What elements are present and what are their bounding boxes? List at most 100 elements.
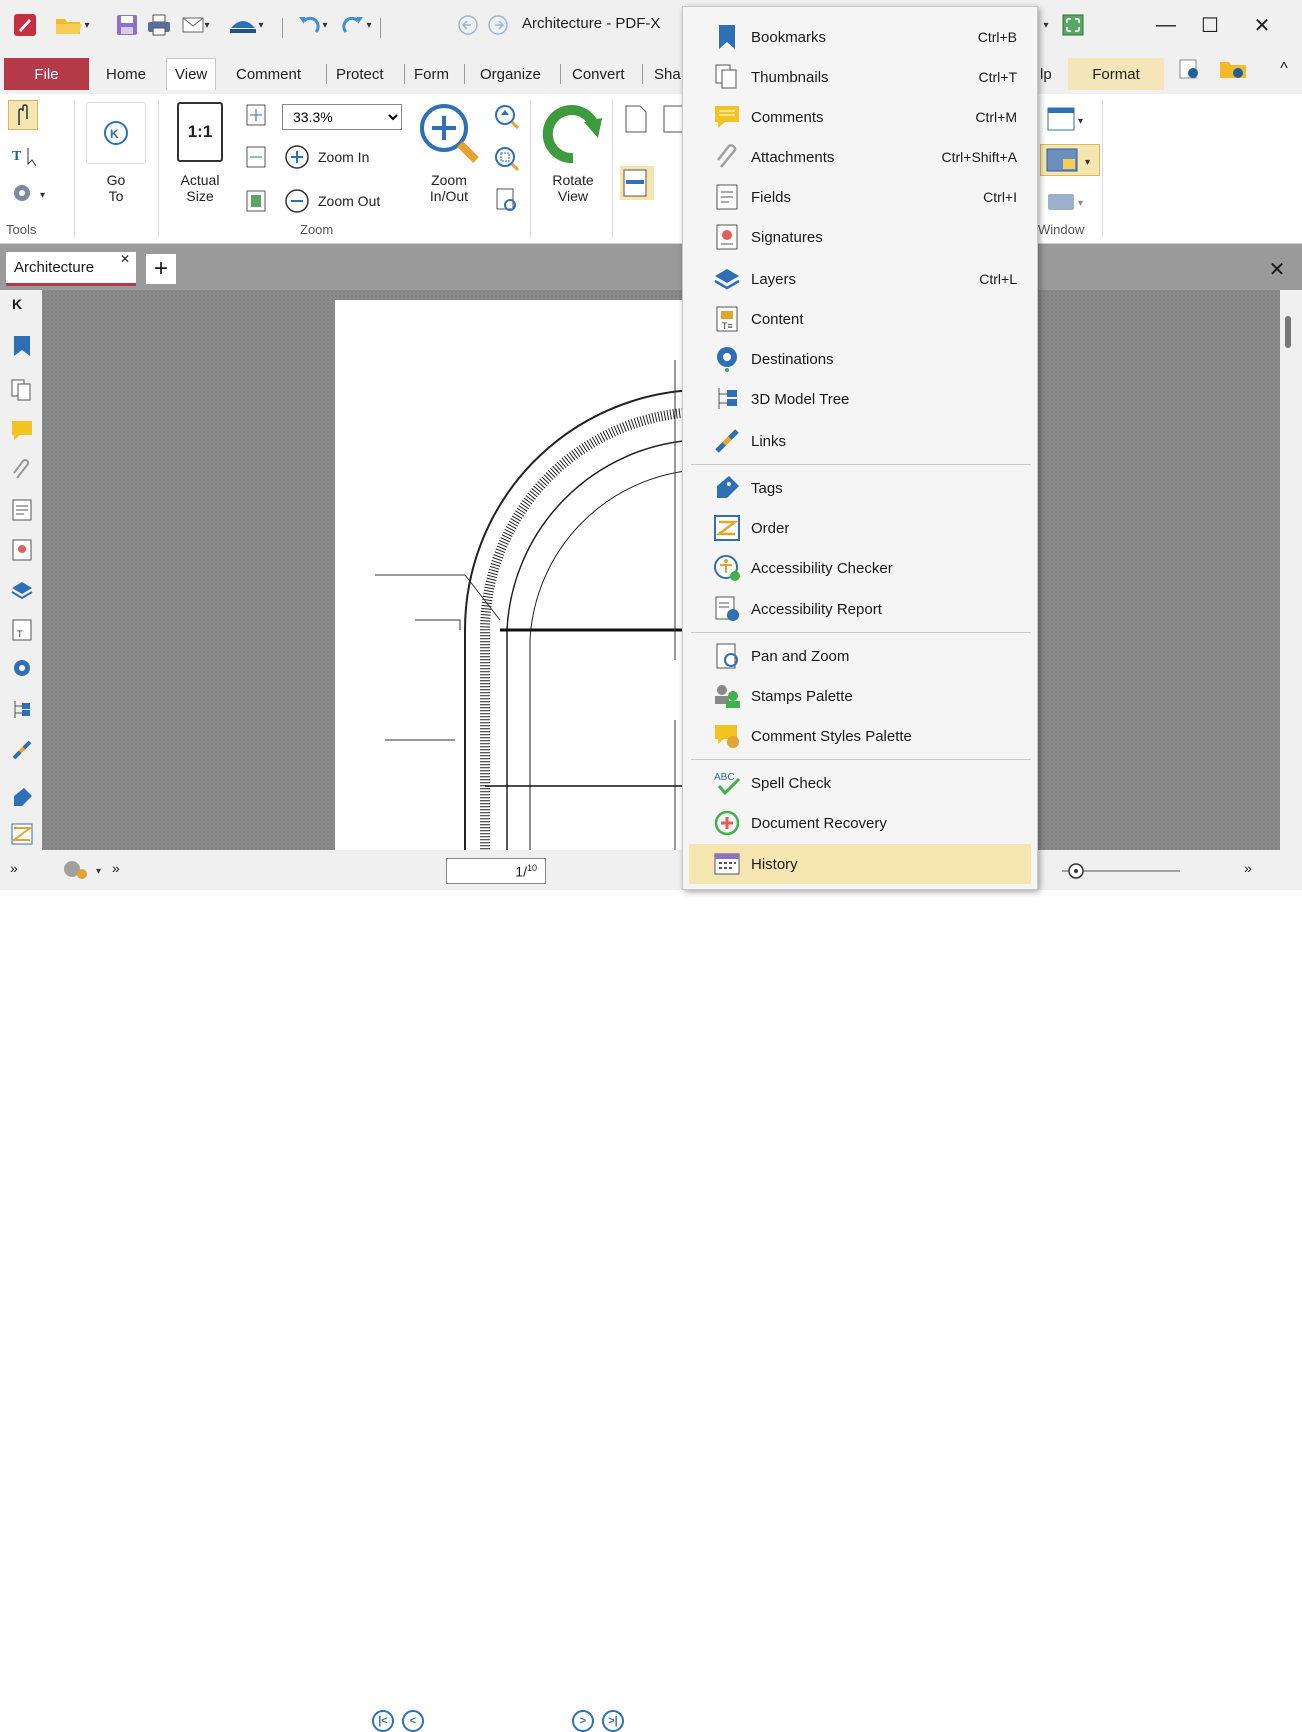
menu-item-tags[interactable]: Tags xyxy=(689,468,1031,508)
menu-item-signatures[interactable]: Signatures xyxy=(689,217,1031,257)
actual-size-button[interactable]: 1:1 Actual Size xyxy=(168,102,232,204)
menu-item-order[interactable]: Order xyxy=(689,508,1031,548)
status-settings-icon[interactable]: ▾ xyxy=(56,856,106,882)
destinations-panel-icon[interactable] xyxy=(10,658,34,682)
hand-tool-icon[interactable] xyxy=(8,100,38,130)
back-icon[interactable] xyxy=(456,12,480,38)
find-icon[interactable] xyxy=(1176,56,1206,82)
menu-item-document-recovery[interactable]: Document Recovery xyxy=(689,803,1031,843)
quick-access-chevron-icon[interactable]: ▾ xyxy=(1040,12,1052,38)
links-panel-icon[interactable] xyxy=(10,738,34,762)
fullscreen-icon[interactable] xyxy=(1060,12,1086,38)
last-page-button[interactable]: >| xyxy=(602,1710,624,1732)
new-tab-button[interactable]: + xyxy=(146,254,176,284)
document-tab[interactable]: Architecture ✕ xyxy=(6,252,136,286)
marquee-zoom-icon[interactable] xyxy=(494,146,520,172)
next-page-button[interactable]: > xyxy=(572,1710,594,1732)
undo-icon[interactable]: ▾ xyxy=(292,12,332,38)
email-icon[interactable]: ▾ xyxy=(178,12,214,38)
collapse-sidebar-icon[interactable]: K xyxy=(12,296,22,312)
zoom-to-icon[interactable] xyxy=(494,104,520,130)
menu-item-comments[interactable]: Comments Ctrl+M xyxy=(689,97,1031,137)
fit-page-icon[interactable] xyxy=(246,104,268,126)
new-window-icon[interactable]: ▾ xyxy=(1044,104,1088,134)
collapse-left-icon[interactable]: » xyxy=(10,860,18,876)
redo-icon[interactable]: ▾ xyxy=(336,12,376,38)
search-folder-icon[interactable] xyxy=(1216,56,1250,82)
attachments-panel-icon[interactable] xyxy=(10,458,34,482)
loupe-icon[interactable] xyxy=(494,188,520,214)
menu-item-spell-check[interactable]: ABC Spell Check xyxy=(689,763,1031,803)
menu-item-pan-and-zoom[interactable]: Pan and Zoom xyxy=(689,636,1031,676)
zoom-slider[interactable] xyxy=(1040,860,1190,882)
open-folder-icon[interactable]: ▾ xyxy=(54,12,90,38)
rotate-view-button[interactable]: Rotate View xyxy=(538,100,608,204)
document-page[interactable] xyxy=(335,300,696,860)
workspace-icon[interactable]: ▾ xyxy=(1044,186,1088,216)
first-page-button[interactable]: |< xyxy=(372,1710,394,1732)
page-number-field[interactable]: 1/10 xyxy=(446,858,546,884)
tab-help[interactable]: lp xyxy=(1040,58,1052,90)
zoom-level-select[interactable]: 33.3% xyxy=(282,104,402,130)
expand-status-icon[interactable]: » xyxy=(112,860,120,876)
menu-item-destinations[interactable]: Destinations xyxy=(689,339,1031,379)
zoom-in-icon[interactable] xyxy=(284,144,310,170)
facing-icon[interactable] xyxy=(620,166,654,200)
select-text-icon[interactable]: T xyxy=(10,142,44,170)
minimize-button[interactable]: — xyxy=(1146,10,1186,40)
scroll-thumb[interactable] xyxy=(1285,316,1291,348)
thumbnails-panel-icon[interactable] xyxy=(10,378,34,402)
menu-item-layers[interactable]: Layers Ctrl+L xyxy=(689,259,1031,299)
close-button[interactable]: ✕ xyxy=(1242,10,1282,40)
menu-item-3d-model-tree[interactable]: 3D Model Tree xyxy=(689,379,1031,419)
forward-icon[interactable] xyxy=(486,12,510,38)
menu-item-links[interactable]: Links xyxy=(689,421,1031,461)
zoom-in-label[interactable]: Zoom In xyxy=(318,149,369,165)
order-panel-icon[interactable] xyxy=(10,822,34,846)
tab-file[interactable]: File xyxy=(4,58,89,90)
tab-convert[interactable]: Convert xyxy=(572,58,625,90)
tab-format[interactable]: Format xyxy=(1068,58,1164,90)
close-tab-icon[interactable]: ✕ xyxy=(120,252,130,266)
save-icon[interactable] xyxy=(114,12,140,38)
zoom-in-out-button[interactable]: Zoom In/Out xyxy=(414,100,484,204)
menu-item-bookmarks[interactable]: Bookmarks Ctrl+B xyxy=(689,17,1031,57)
content-panel-icon[interactable]: T xyxy=(10,618,34,642)
fit-visible-icon[interactable] xyxy=(246,190,268,212)
layers-panel-icon[interactable] xyxy=(10,578,34,602)
model-tree-panel-icon[interactable] xyxy=(10,698,34,722)
close-document-icon[interactable]: ✕ xyxy=(1262,254,1292,284)
menu-item-thumbnails[interactable]: Thumbnails Ctrl+T xyxy=(689,57,1031,97)
menu-item-stamps-palette[interactable]: Stamps Palette xyxy=(689,676,1031,716)
menu-item-comment-styles-palette[interactable]: Comment Styles Palette xyxy=(689,716,1031,756)
tab-view[interactable]: View xyxy=(166,58,217,90)
comments-panel-icon[interactable] xyxy=(10,418,34,442)
tab-organize[interactable]: Organize xyxy=(480,58,541,90)
tab-home[interactable]: Home xyxy=(106,58,146,90)
menu-item-accessibility-checker[interactable]: Accessibility Checker xyxy=(689,548,1031,588)
zoom-out-icon[interactable] xyxy=(284,188,310,214)
zoom-out-label[interactable]: Zoom Out xyxy=(318,193,380,209)
tab-form[interactable]: Form xyxy=(414,58,449,90)
tab-comment[interactable]: Comment xyxy=(236,58,301,90)
single-page-icon[interactable] xyxy=(622,104,652,134)
maximize-button[interactable]: ☐ xyxy=(1190,10,1230,40)
expand-right-icon[interactable]: » xyxy=(1244,860,1252,876)
scan-icon[interactable]: ▾ xyxy=(222,12,270,38)
menu-item-attachments[interactable]: Attachments Ctrl+Shift+A xyxy=(689,137,1031,177)
tab-protect[interactable]: Protect xyxy=(336,58,384,90)
signatures-panel-icon[interactable] xyxy=(10,538,34,562)
tab-share[interactable]: Sha xyxy=(654,58,681,90)
vertical-scrollbar[interactable] xyxy=(1280,290,1302,850)
print-icon[interactable] xyxy=(146,12,172,38)
previous-page-button[interactable]: < xyxy=(402,1710,424,1732)
collapse-ribbon-icon[interactable]: ^ xyxy=(1274,56,1294,82)
fields-panel-icon[interactable] xyxy=(10,498,34,522)
menu-item-history[interactable]: History xyxy=(689,844,1031,884)
tile-windows-icon[interactable]: ▾ xyxy=(1040,144,1100,176)
settings-icon[interactable]: ▾ xyxy=(10,180,52,208)
bookmarks-panel-icon[interactable] xyxy=(10,334,34,358)
go-to-button[interactable]: K Go To xyxy=(82,102,150,204)
fit-width-icon[interactable] xyxy=(246,146,268,168)
tags-panel-icon[interactable] xyxy=(10,786,34,810)
